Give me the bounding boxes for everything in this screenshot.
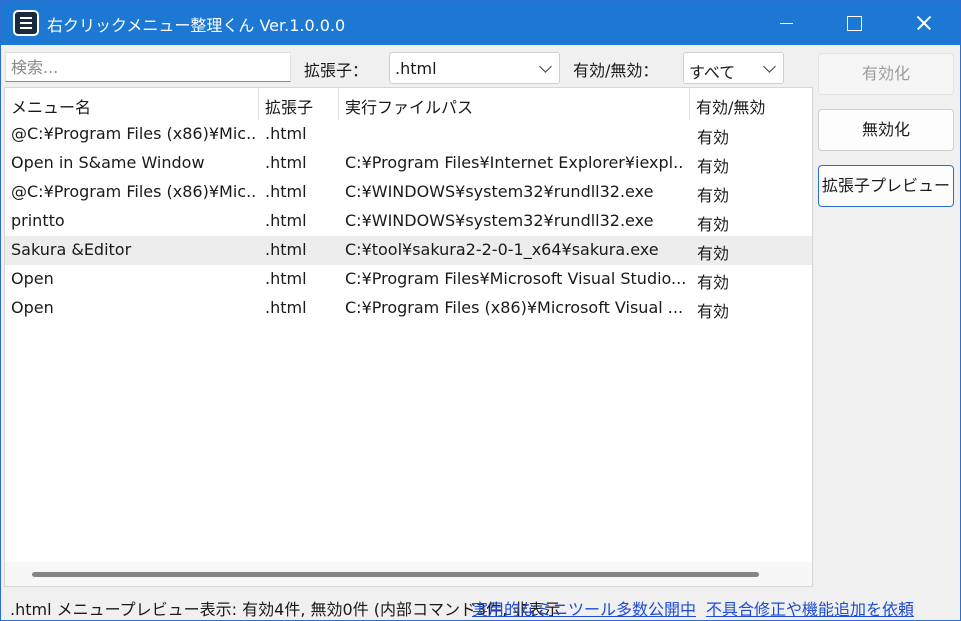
status-bar: .html メニュープレビュー表示: 有効4件, 無効0件 (内部コマンド3件,… — [1, 589, 960, 620]
table-row[interactable]: Open in S&ame Window .html C:¥Program File… — [5, 149, 812, 178]
cell-menu-name: @C:¥Program Files (x86)¥Mic... — [11, 124, 255, 143]
column-header-menu-name[interactable]: メニュー名 — [5, 88, 259, 120]
extension-preview-button[interactable]: 拡張子プレビュー — [818, 165, 954, 207]
cell-menu-name: Sakura &Editor — [11, 240, 132, 259]
cell-menu-name: printto — [11, 211, 65, 230]
cell-extension: .html — [265, 269, 307, 288]
table-row[interactable]: Open .html C:¥Program Files (x86)¥Microsof… — [5, 294, 812, 323]
extension-label: 拡張子： — [304, 61, 369, 80]
cell-menu-name: Open in S&ame Window — [11, 153, 205, 172]
cell-exe-path: C:¥WINDOWS¥system32¥rundll32.exe — [345, 211, 654, 230]
cell-exe-path: C:¥Program Files (x86)¥Microsoft Visual … — [345, 298, 684, 317]
cell-extension: .html — [265, 124, 307, 143]
cell-exe-path: C:¥tool¥sakura2-2-0-1_x64¥sakura.exe — [345, 240, 659, 259]
cell-extension: .html — [265, 153, 307, 172]
app-window: 右クリックメニュー整理くん Ver.1.0.0.0 拡張子： .html 有効/… — [0, 0, 961, 621]
table-row[interactable]: printto .html C:¥WINDOWS¥system32¥rundll32… — [5, 207, 812, 236]
close-button[interactable] — [901, 1, 947, 45]
cell-state: 有効 — [697, 273, 730, 292]
cell-menu-name: Open — [11, 298, 54, 317]
column-header-extension[interactable]: 拡張子 — [259, 88, 339, 120]
cell-exe-path: C:¥Program Files¥Internet Explorer¥iexpl… — [345, 153, 685, 172]
chevron-down-icon — [539, 60, 552, 73]
title-bar[interactable]: 右クリックメニュー整理くん Ver.1.0.0.0 — [1, 1, 960, 45]
horizontal-scrollbar[interactable] — [5, 562, 812, 586]
app-menu-icon[interactable] — [13, 10, 39, 36]
maximize-button[interactable] — [831, 1, 877, 45]
table-row[interactable]: @C:¥Program Files (x86)¥Mic... .html C:¥WI… — [5, 178, 812, 207]
minimize-button[interactable] — [763, 1, 809, 45]
request-link[interactable]: 不具合修正や機能追加を依頼 — [706, 596, 914, 620]
extension-dropdown-value: .html — [395, 59, 437, 78]
cell-state: 有効 — [697, 244, 730, 263]
extension-dropdown[interactable]: .html — [389, 52, 560, 84]
cell-extension: .html — [265, 182, 307, 201]
table-row[interactable]: Sakura &Editor .html C:¥tool¥sakura2-2-0-1… — [5, 236, 812, 265]
cell-exe-path: C:¥WINDOWS¥system32¥rundll32.exe — [345, 182, 654, 201]
chevron-down-icon — [763, 60, 776, 73]
column-header-state[interactable]: 有効/無効 — [690, 88, 812, 120]
state-dropdown-value: すべて — [689, 63, 736, 82]
table-row[interactable]: Open .html C:¥Program Files¥Microsoft Visu… — [5, 265, 812, 294]
menu-list[interactable]: メニュー名 拡張子 実行ファイルパス 有効/無効 @C:¥Program Fil… — [4, 87, 813, 587]
scrollbar-thumb[interactable] — [32, 572, 759, 577]
cell-menu-name: @C:¥Program Files (x86)¥Mic... — [11, 182, 255, 201]
column-header-exe-path[interactable]: 実行ファイルパス — [339, 88, 690, 120]
cell-extension: .html — [265, 240, 307, 259]
window-title: 右クリックメニュー整理くん Ver.1.0.0.0 — [47, 16, 346, 35]
cell-state: 有効 — [697, 157, 730, 176]
cell-state: 有効 — [697, 302, 730, 321]
list-header: メニュー名 拡張子 実行ファイルパス 有効/無効 — [5, 88, 812, 120]
cell-state: 有効 — [697, 215, 730, 234]
search-input[interactable] — [5, 52, 291, 82]
cell-extension: .html — [265, 298, 307, 317]
disable-button[interactable]: 無効化 — [818, 109, 954, 151]
cell-state: 有効 — [697, 186, 730, 205]
state-label: 有効/無効： — [573, 61, 659, 80]
table-row[interactable]: @C:¥Program Files (x86)¥Mic... .html 有効 — [5, 120, 812, 149]
state-dropdown[interactable]: すべて — [683, 52, 784, 84]
mini-tools-link[interactable]: 実用的なミニツール多数公開中 — [472, 596, 696, 620]
cell-state: 有効 — [697, 128, 730, 147]
cell-exe-path: C:¥Program Files¥Microsoft Visual Studio… — [345, 269, 685, 288]
enable-button[interactable]: 有効化 — [818, 53, 954, 95]
cell-menu-name: Open — [11, 269, 54, 288]
cell-extension: .html — [265, 211, 307, 230]
